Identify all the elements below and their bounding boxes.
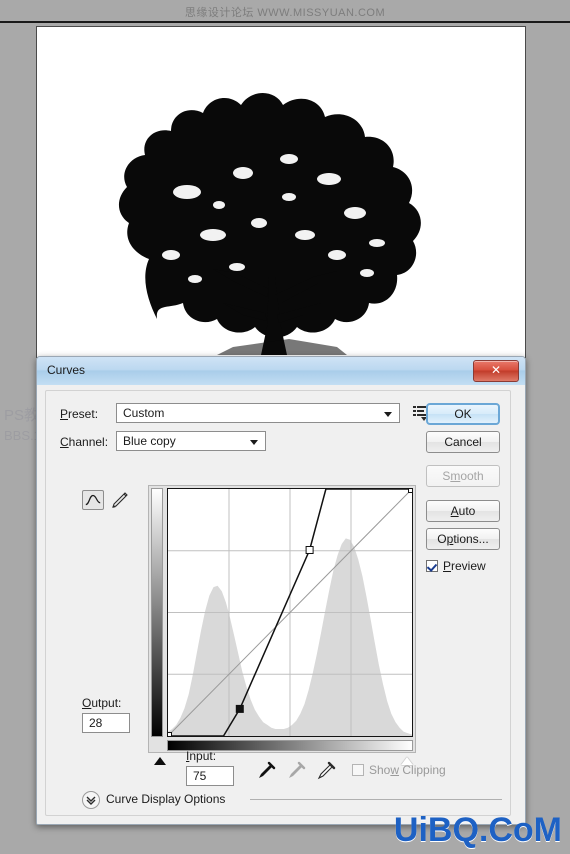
input-label: Input: [186,749,217,763]
curve-point-white-point[interactable] [408,489,413,493]
options-button[interactable]: Options... [426,528,500,550]
ok-button[interactable]: OK [426,403,500,425]
photo-canvas [36,26,526,358]
site-watermark-text: 思缘设计论坛 WWW.MISSYUAN.COM [184,7,386,19]
close-icon[interactable]: ✕ [473,360,519,382]
output-value: 28 [89,716,103,730]
pencil-tool-icon[interactable] [109,490,131,510]
white-point-eyedropper-icon[interactable] [316,761,336,781]
input-value: 75 [193,769,207,783]
dialog-title: Curves [47,363,86,377]
curve-display-options-label: Curve Display Options [106,792,226,806]
input-field[interactable]: 75 [186,766,234,786]
curve-display-options-row[interactable]: Curve Display Options [82,791,502,809]
tree-silhouette-image [37,27,523,355]
dialog-inner-panel: Preset: Custom Channel: Blue copy Output… [45,390,511,816]
preset-select[interactable]: Custom [116,403,400,423]
bottom-watermark: UiBQ.CoM [393,811,562,849]
curve-tool-icon[interactable] [82,490,104,510]
preset-value: Custom [123,406,165,420]
curve-plot-area[interactable] [167,488,413,737]
dialog-titlebar[interactable]: Curves ✕ [37,357,525,386]
curves-dialog: Curves ✕ Preset: Custom Channel: Blue co… [36,356,526,825]
output-label: Output: [82,696,122,710]
chevron-down-icon[interactable] [82,791,100,809]
smooth-button[interactable]: Smooth [426,465,500,487]
section-divider [250,799,502,800]
gray-point-eyedropper-icon[interactable] [286,761,306,781]
curve-plot-svg[interactable] [168,489,412,736]
preview-checkbox[interactable] [426,560,438,572]
black-point-eyedropper-icon[interactable] [256,761,276,781]
preset-label: Preset: [60,407,99,421]
cancel-button[interactable]: Cancel [426,431,500,453]
curve-point-shadow-point[interactable] [235,704,244,713]
output-gradient-bar [151,488,163,737]
show-clipping-row[interactable]: Show Clipping [352,763,482,779]
top-watermark-band: 思缘设计论坛 WWW.MISSYUAN.COM [0,0,570,23]
chevron-down-icon [384,412,392,417]
curves-graph [148,485,416,753]
dialog-body: Preset: Custom Channel: Blue copy Output… [37,385,525,824]
curve-point-black-point[interactable] [168,732,172,737]
output-field[interactable]: 28 [82,713,130,733]
show-clipping-label: Show Clipping [369,763,446,777]
auto-button[interactable]: Auto [426,500,500,522]
curve-point-highlight-point[interactable] [305,546,314,554]
watermark-divider [0,21,570,23]
preview-row[interactable]: Preview [426,559,516,575]
preview-label: Preview [443,559,486,573]
channel-value: Blue copy [123,434,176,448]
show-clipping-checkbox[interactable] [352,764,364,776]
black-point-slider[interactable] [154,757,166,765]
channel-select[interactable]: Blue copy [116,431,266,451]
chevron-down-icon [250,440,258,445]
channel-label: Channel: [60,435,109,449]
